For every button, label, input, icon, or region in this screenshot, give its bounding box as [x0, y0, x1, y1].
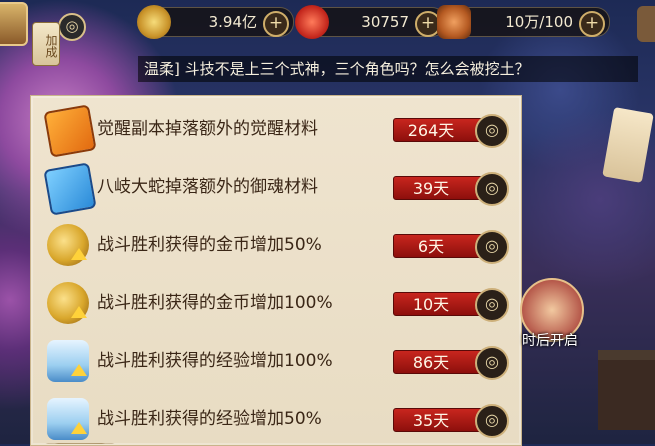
add-stamina-button[interactable]: +	[579, 11, 605, 37]
swirl-menu-icon[interactable]: ◎	[58, 13, 86, 41]
gold-coin-icon	[137, 5, 171, 39]
chat-ticker[interactable]: 温柔] 斗技不是上三个式神，三个角色吗？怎么会被挖土？	[138, 56, 638, 82]
stamina-icon	[437, 5, 471, 39]
buff-label: 觉醒副本掉落额外的觉醒材料	[97, 119, 318, 139]
player-avatar[interactable]	[0, 2, 28, 46]
buff-label: 战斗胜利获得的金币增加100%	[97, 293, 333, 313]
buff-toggle-icon[interactable]: ◎	[475, 230, 509, 264]
buff-row: 八岐大蛇掉落额外的御魂材料 39天 ◎	[31, 158, 521, 216]
side-menu-tab[interactable]	[637, 6, 655, 42]
buff-toggle-icon[interactable]: ◎	[475, 114, 509, 148]
buff-list-panel: 觉醒副本掉落额外的觉醒材料 264天 ◎ 八岐大蛇掉落额外的御魂材料 39天 ◎…	[30, 95, 522, 446]
boost-arrow-icon	[71, 306, 87, 318]
jade-resource: 30757 +	[295, 5, 446, 39]
buff-row: 战斗胜利获得的经验增加100% 86天 ◎	[31, 332, 521, 390]
buff-toggle-icon[interactable]: ◎	[475, 172, 509, 206]
buff-toggle-button[interactable]: 加成	[32, 22, 60, 66]
red-talisman-scroll-icon	[43, 104, 97, 158]
boost-arrow-icon	[71, 248, 87, 260]
buff-label: 战斗胜利获得的经验增加100%	[97, 351, 333, 371]
blue-talisman-scroll-icon	[43, 162, 97, 216]
cloud-decoration	[0, 415, 655, 444]
resource-bar: ◎ 加成 3.94亿 + 30757 + 10万/100 +	[0, 0, 655, 66]
buff-row: 战斗胜利获得的金币增加100% 10天 ◎	[31, 274, 521, 332]
gold-resource: 3.94亿 +	[137, 5, 294, 39]
buff-label: 八岐大蛇掉落额外的御魂材料	[97, 177, 318, 197]
jade-icon	[295, 5, 329, 39]
stamina-resource: 10万/100 +	[437, 5, 610, 39]
stamina-value: 10万/100	[505, 13, 573, 31]
buff-label: 战斗胜利获得的金币增加50%	[97, 235, 322, 255]
event-status-text: 时后开启	[522, 333, 578, 349]
jade-value: 30757	[361, 13, 409, 31]
boost-arrow-icon	[71, 364, 87, 376]
buff-toggle-icon[interactable]: ◎	[475, 288, 509, 322]
buff-row: 觉醒副本掉落额外的觉醒材料 264天 ◎	[31, 100, 521, 158]
add-gold-button[interactable]: +	[263, 11, 289, 37]
gold-value: 3.94亿	[208, 13, 257, 31]
buff-row: 战斗胜利获得的金币增加50% 6天 ◎	[31, 216, 521, 274]
buff-toggle-icon[interactable]: ◎	[475, 346, 509, 380]
